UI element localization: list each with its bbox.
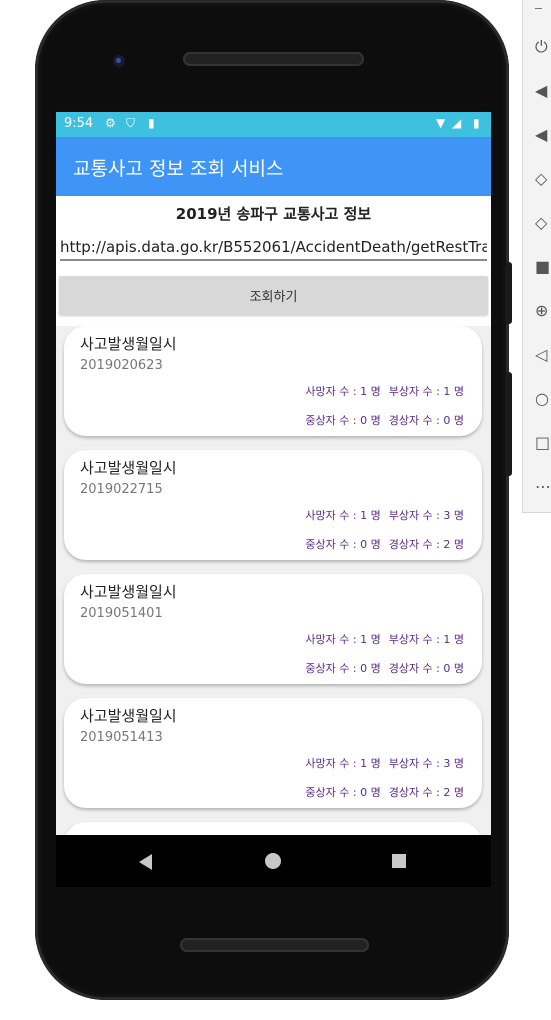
rotate-right-icon[interactable]: ◇	[535, 214, 551, 232]
minor-count: 경상자 수 : 0 명	[388, 662, 464, 675]
status-bar: 9:54 ⚙ ⛉ ▮ ▼ ◢ ▮	[56, 112, 491, 137]
accident-list[interactable]: 사고발생월일시 2019020623 사망자 수 : 1 명부상자 수 : 1 …	[56, 326, 491, 835]
more-icon[interactable]: ⋯	[535, 478, 551, 496]
accident-card[interactable]: 사고발생월일시 2019051401 사망자 수 : 1 명 부상자 수 : 1 …	[64, 574, 482, 684]
back-icon[interactable]	[139, 854, 152, 870]
deaths-count: 사망자 수 : 1 명	[305, 385, 381, 398]
serious-count: 중상자 수 : 0 명	[305, 662, 381, 675]
card-date: 2019051401	[80, 606, 163, 621]
accident-card[interactable]: 사고발생월일시 2019022715 사망자 수 : 1 명 부상자 수 : 3 …	[64, 450, 482, 560]
injured-count: 부상자 수 : 3 명	[388, 757, 464, 770]
accident-card[interactable]: 사고발생월일시 2019051413 사망자 수 : 1 명 부상자 수 : 3 …	[64, 698, 482, 808]
deaths-count: 사망자 수 : 1 명	[305, 509, 381, 522]
injured-count: 부상자 수 : 1 명	[388, 633, 464, 646]
app-screen: 9:54 ⚙ ⛉ ▮ ▼ ◢ ▮ 교통사고 정보 조회 서비스 2019년 송파…	[56, 112, 491, 835]
minor-count: 경상자 수 : 2 명	[388, 786, 464, 799]
app-bar: 교통사고 정보 조회 서비스	[56, 137, 491, 196]
section-title: 2019년 송파구 교통사고 정보	[175, 205, 372, 223]
accident-card[interactable]: 사고발생월일시 2019020623 사망자 수 : 1 명 부상자 수 : 1 …	[64, 326, 482, 436]
overview-icon[interactable]: □	[535, 434, 551, 452]
stat-row-bottom: 중상자 수 : 0 명 경상자 수 : 0 명	[297, 412, 464, 428]
home-icon[interactable]: ○	[535, 390, 551, 408]
earpiece-speaker	[183, 52, 364, 66]
card-date: 2019051413	[80, 730, 163, 745]
minor-count: 경상자 수 : 0 명	[388, 414, 464, 427]
deaths-count: 사망자 수 : 1 명	[305, 633, 381, 646]
recents-icon[interactable]	[392, 854, 406, 868]
wifi-icon: ▼	[436, 116, 446, 130]
volume-up-icon[interactable]: ◀	[535, 82, 551, 100]
signal-icon: ◢	[452, 116, 462, 130]
stat-row-top: 사망자 수 : 1 명 부상자 수 : 3 명	[297, 507, 464, 523]
bottom-speaker	[180, 938, 369, 952]
stat-row-top: 사망자 수 : 1 명 부상자 수 : 3 명	[297, 755, 464, 771]
stat-row-bottom: 중상자 수 : 0 명 경상자 수 : 0 명	[297, 660, 464, 676]
injured-count: 부상자 수 : 3 명	[388, 509, 464, 522]
shield-icon: ⛉	[126, 116, 136, 130]
deaths-count: 사망자 수 : 1 명	[305, 757, 381, 770]
card-label: 사고발생월일시	[80, 459, 177, 477]
home-icon[interactable]	[265, 853, 281, 869]
card-date: 2019022715	[80, 482, 163, 497]
battery-icon: ▮	[473, 116, 480, 130]
url-input[interactable]	[60, 235, 487, 261]
camera-icon[interactable]: ■	[535, 258, 551, 276]
power-icon[interactable]: ⏻	[535, 38, 551, 56]
stat-row-top: 사망자 수 : 1 명 부상자 수 : 1 명	[297, 631, 464, 647]
rotate-left-icon[interactable]: ◇	[535, 170, 551, 188]
sd-card-icon: ▮	[148, 116, 155, 130]
injured-count: 부상자 수 : 1 명	[388, 385, 464, 398]
search-button[interactable]: 조회하기	[59, 276, 488, 315]
power-button	[505, 262, 512, 324]
serious-count: 중상자 수 : 0 명	[305, 538, 381, 551]
volume-button	[505, 372, 512, 476]
minimize-icon[interactable]	[535, 8, 542, 9]
serious-count: 중상자 수 : 0 명	[305, 414, 381, 427]
stat-row-top: 사망자 수 : 1 명 부상자 수 : 1 명	[297, 383, 464, 399]
back-icon[interactable]: ◁	[535, 346, 551, 364]
accident-card-partial[interactable]	[64, 822, 482, 835]
zoom-icon[interactable]: ⊕	[535, 302, 551, 320]
gear-icon: ⚙	[105, 116, 116, 130]
status-time: 9:54	[64, 116, 94, 131]
minor-count: 경상자 수 : 2 명	[388, 538, 464, 551]
navigation-bar	[56, 835, 491, 887]
stat-row-bottom: 중상자 수 : 0 명 경상자 수 : 2 명	[297, 784, 464, 800]
app-title: 교통사고 정보 조회 서비스	[73, 158, 284, 180]
camera-icon	[109, 51, 129, 71]
card-label: 사고발생월일시	[80, 707, 177, 725]
card-label: 사고발생월일시	[80, 583, 177, 601]
volume-down-icon[interactable]: ◀	[535, 126, 551, 144]
card-date: 2019020623	[80, 358, 163, 373]
serious-count: 중상자 수 : 0 명	[305, 786, 381, 799]
stat-row-bottom: 중상자 수 : 0 명 경상자 수 : 2 명	[297, 536, 464, 552]
emulator-toolbar: ⏻ ◀ ◀ ◇ ◇ ■ ⊕ ◁ ○ □ ⋯	[522, 0, 551, 513]
card-label: 사고발생월일시	[80, 335, 177, 353]
